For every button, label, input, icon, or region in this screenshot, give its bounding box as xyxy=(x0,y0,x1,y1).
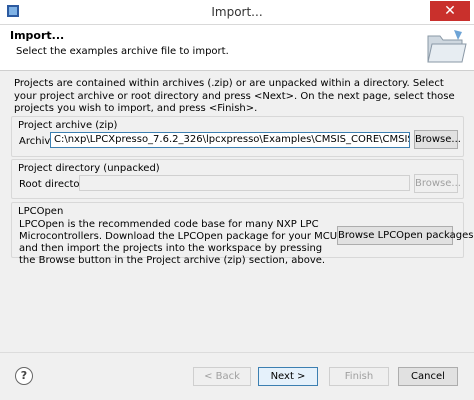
lpcopen-description: LPCOpen is the recommended code base for… xyxy=(19,219,338,266)
back-button[interactable]: < Back xyxy=(193,367,251,386)
header-title: Import... xyxy=(10,29,65,42)
lpcopen-group-title: LPCOpen xyxy=(18,206,64,217)
directory-group: Project directory (unpacked) Root direct… xyxy=(11,159,464,199)
help-icon[interactable]: ? xyxy=(15,367,33,385)
archive-path-input[interactable]: C:\nxp\LPCXpresso_7.6.2_326\lpcxpresso\E… xyxy=(50,132,410,148)
root-directory-input[interactable] xyxy=(79,175,410,191)
window-title: Import... xyxy=(211,5,263,19)
header-description: Select the examples archive file to impo… xyxy=(16,46,229,57)
finish-button[interactable]: Finish xyxy=(329,367,389,386)
directory-browse-button[interactable]: Browse... xyxy=(414,174,461,193)
close-button[interactable]: ✕ xyxy=(430,1,470,21)
archive-group-title: Project archive (zip) xyxy=(18,120,118,131)
next-button[interactable]: Next > xyxy=(258,367,318,386)
folder-icon xyxy=(427,30,467,63)
cancel-button[interactable]: Cancel xyxy=(398,367,458,386)
intro-text: Projects are contained within archives (… xyxy=(14,78,455,114)
browse-lpcopen-button[interactable]: Browse LPCOpen packages... xyxy=(337,226,474,245)
wizard-header: Import... Select the examples archive fi… xyxy=(0,25,474,71)
title-bar: Import... ✕ xyxy=(0,0,474,25)
footer-divider xyxy=(0,352,474,353)
directory-group-title: Project directory (unpacked) xyxy=(18,163,160,174)
lpcopen-group: LPCOpen LPCOpen is the recommended code … xyxy=(11,202,474,266)
archive-group: Project archive (zip) Archive C:\nxp\LPC… xyxy=(11,116,464,157)
archive-browse-button[interactable]: Browse... xyxy=(414,130,461,149)
